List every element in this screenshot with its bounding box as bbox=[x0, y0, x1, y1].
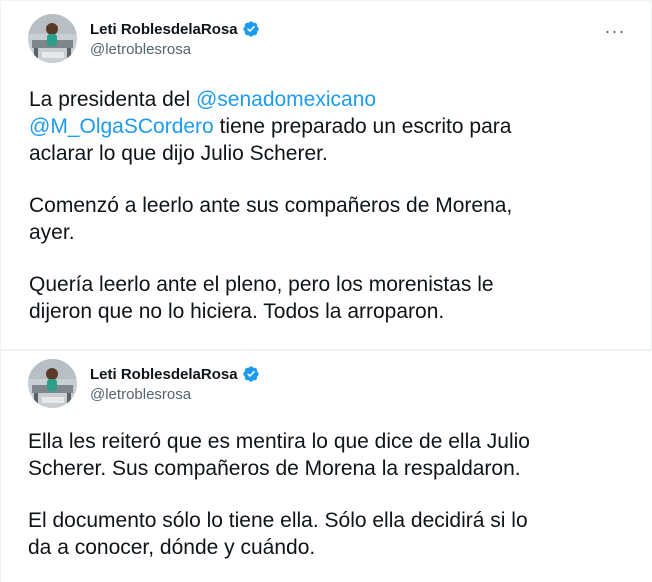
tweet-text: Ella les reiteró que es mentira lo que d… bbox=[28, 428, 628, 561]
tweet-line: Comenzó a leerlo ante sus compañeros de … bbox=[29, 192, 629, 219]
tweet-card[interactable]: Leti RoblesdelaRosa @letroblesrosa ··· L… bbox=[0, 0, 652, 350]
tweet-paragraph: La presidenta del @senadomexicano @M_Olga… bbox=[29, 86, 629, 167]
tweet-line: La presidenta del @senadomexicano bbox=[29, 86, 629, 113]
mention-link[interactable]: @M_OlgaSCordero bbox=[29, 115, 214, 138]
tweet-text: La presidenta del @senadomexicano @M_Olga… bbox=[29, 86, 629, 325]
tweet-text-segment: La presidenta del bbox=[29, 88, 196, 111]
author-display-name[interactable]: Leti RoblesdelaRosa bbox=[90, 21, 238, 38]
tweet-text-segment: aclarar lo que dijo Julio Scherer. bbox=[29, 142, 328, 165]
tweet-text-segment: Ella les reiteró que es mentira lo que d… bbox=[28, 430, 530, 453]
tweet-line: Scherer. Sus compañeros de Morena la res… bbox=[28, 455, 628, 482]
tweet-paragraph: Comenzó a leerlo ante sus compañeros de … bbox=[29, 192, 629, 246]
author-handle[interactable]: @letroblesrosa bbox=[90, 41, 191, 58]
more-options-icon[interactable]: ··· bbox=[601, 21, 629, 41]
tweet-paragraph: Ella les reiteró que es mentira lo que d… bbox=[28, 428, 628, 482]
tweet-text-segment: tiene preparado un escrito para bbox=[213, 115, 512, 138]
tweet-text-segment: Quería leerlo ante el pleno, pero los mo… bbox=[29, 273, 494, 296]
tweet-line: aclarar lo que dijo Julio Scherer. bbox=[29, 140, 629, 167]
tweet-line: ayer. bbox=[29, 219, 629, 246]
tweet-line: Quería leerlo ante el pleno, pero los mo… bbox=[29, 271, 629, 298]
tweet-line: Ella les reiteró que es mentira lo que d… bbox=[28, 428, 628, 455]
author-name-row[interactable]: Leti RoblesdelaRosa bbox=[90, 365, 260, 383]
avatar[interactable] bbox=[28, 359, 77, 408]
tweet-text-segment: dijeron que no lo hiciera. Todos la arro… bbox=[29, 300, 445, 323]
tweet-line: dijeron que no lo hiciera. Todos la arro… bbox=[29, 298, 629, 325]
author-display-name[interactable]: Leti RoblesdelaRosa bbox=[90, 366, 238, 383]
author-handle[interactable]: @letroblesrosa bbox=[90, 386, 191, 403]
tweet-text-segment: da a conocer, dónde y cuándo. bbox=[28, 536, 316, 559]
mention-link[interactable]: @senadomexicano bbox=[196, 88, 376, 111]
avatar[interactable] bbox=[28, 14, 77, 63]
tweet-text-segment: ayer. bbox=[29, 221, 75, 244]
tweet-text-segment: Comenzó a leerlo ante sus compañeros de … bbox=[29, 194, 513, 217]
verified-badge-icon bbox=[242, 365, 260, 383]
tweet-paragraph: El documento sólo lo tiene ella. Sólo el… bbox=[28, 507, 628, 561]
tweet-line: da a conocer, dónde y cuándo. bbox=[28, 534, 628, 561]
tweet-text-segment: Scherer. Sus compañeros de Morena la res… bbox=[28, 457, 521, 480]
verified-badge-icon bbox=[242, 20, 260, 38]
tweet-line: El documento sólo lo tiene ella. Sólo el… bbox=[28, 507, 628, 534]
tweet-text-segment: El documento sólo lo tiene ella. Sólo el… bbox=[28, 509, 528, 532]
author-name-row[interactable]: Leti RoblesdelaRosa bbox=[90, 20, 260, 38]
tweet-paragraph: Quería leerlo ante el pleno, pero los mo… bbox=[29, 271, 629, 325]
tweet-line: @M_OlgaSCordero tiene preparado un escri… bbox=[29, 113, 629, 140]
